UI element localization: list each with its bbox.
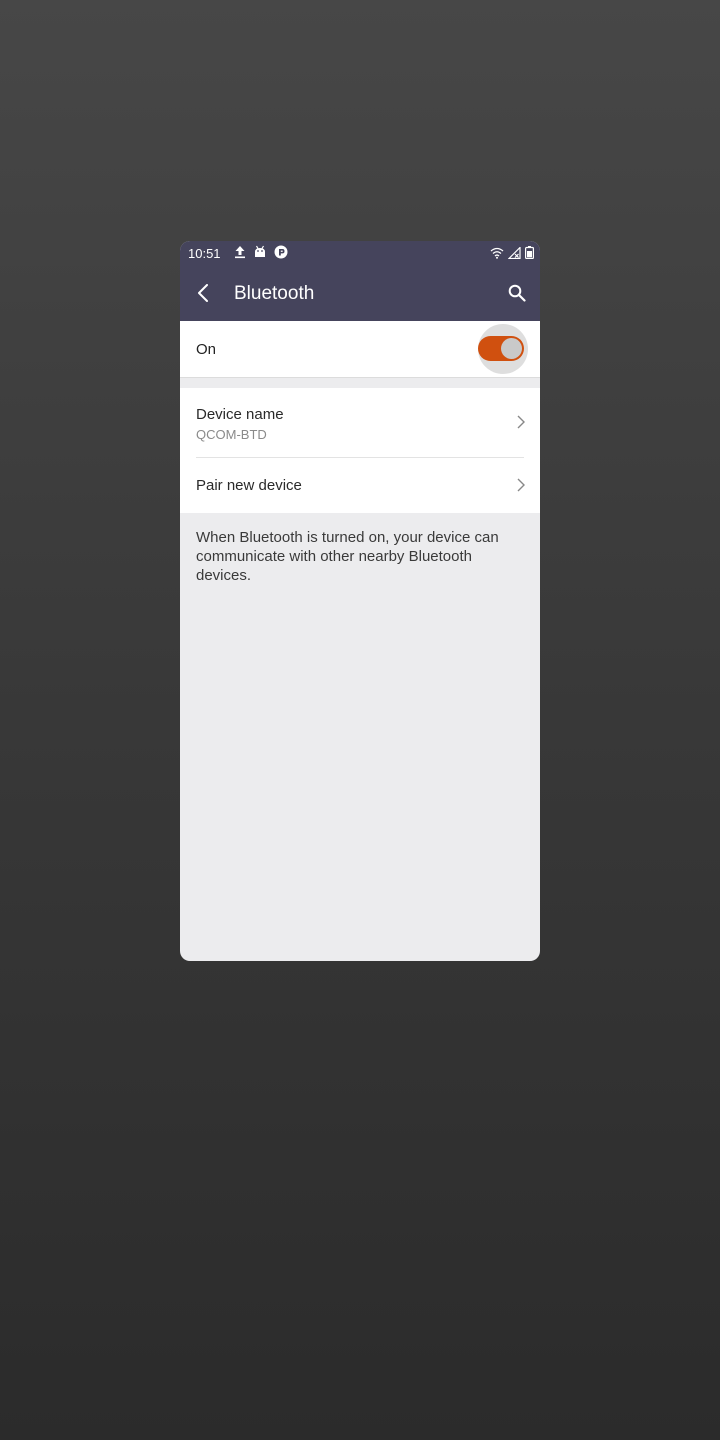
search-icon [508, 284, 526, 302]
wifi-icon [490, 247, 504, 259]
device-name-title: Device name [196, 406, 284, 423]
upload-icon [235, 246, 245, 259]
system-icons [490, 246, 534, 259]
bluetooth-description: When Bluetooth is turned on, your device… [196, 529, 499, 584]
bluetooth-toggle-row[interactable]: On [180, 321, 540, 378]
toggle-label: On [196, 341, 217, 358]
page-title: Bluetooth [234, 283, 315, 304]
status-bar: 10:51 [180, 241, 540, 266]
chevron-right-icon [517, 415, 525, 429]
device-name-value: QCOM-BTD [196, 427, 267, 442]
pair-new-device-item[interactable]: Pair new device [180, 457, 540, 513]
app-bar: Bluetooth [180, 266, 540, 321]
chevron-right-icon [517, 478, 525, 492]
back-arrow-icon [198, 284, 208, 302]
section-gap [180, 378, 540, 388]
cell-signal-icon [508, 246, 521, 259]
battery-icon [525, 246, 534, 259]
status-time: 10:51 [188, 246, 221, 261]
search-button[interactable] [504, 280, 530, 306]
phone-screen: 10:51 Bluetooth On Device name QCOM-BTD … [180, 241, 540, 961]
pair-new-device-title: Pair new device [196, 477, 302, 494]
sync-icon [274, 245, 288, 259]
back-button[interactable] [190, 280, 216, 306]
device-name-item[interactable]: Device name QCOM-BTD [180, 388, 540, 457]
notification-icons [234, 245, 288, 259]
toggle-thumb[interactable] [501, 338, 522, 359]
android-icon [255, 245, 265, 257]
settings-list: Device name QCOM-BTD Pair new device [180, 388, 540, 513]
